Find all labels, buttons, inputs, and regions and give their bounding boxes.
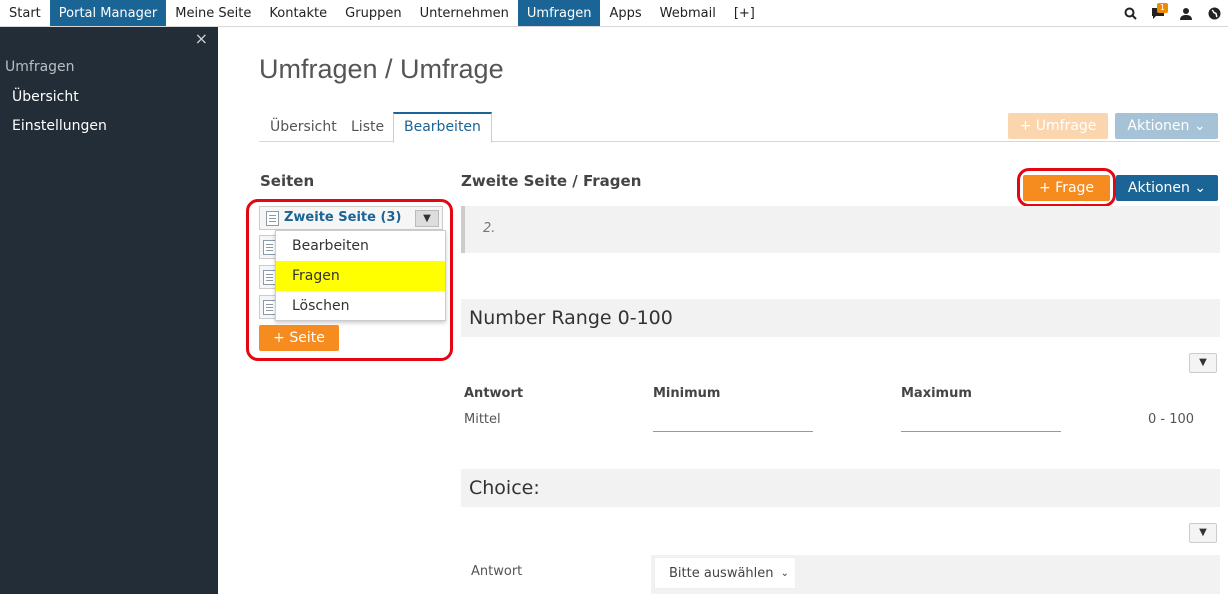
sidebar-title: Umfragen <box>5 59 75 75</box>
plus-icon: + <box>1019 118 1036 134</box>
page-note-box: 2. <box>461 206 1220 253</box>
menu-item-fragen[interactable]: Fragen <box>276 261 445 291</box>
choice-select[interactable]: Bitte auswählen ⌄ <box>654 557 796 589</box>
sidebar: × Umfragen Übersicht Einstellungen <box>0 27 218 594</box>
aktionen-button[interactable]: Aktionen ⌄ <box>1116 175 1218 201</box>
aktionen-top-button[interactable]: Aktionen ⌄ <box>1115 113 1218 139</box>
plus-icon: + <box>1038 180 1056 196</box>
chevron-down-icon[interactable]: ▼ <box>1189 353 1217 373</box>
add-seite-button[interactable]: + Seite <box>259 325 339 351</box>
question-title: Choice: <box>469 477 540 499</box>
row-label: Mittel <box>464 412 501 427</box>
question-header-choice: Choice: <box>461 469 1220 507</box>
add-frage-button[interactable]: + Frage <box>1023 175 1110 201</box>
page-title: Umfragen / Umfrage <box>259 54 504 84</box>
chevron-down-icon: ⌄ <box>1194 180 1207 196</box>
chevron-down-icon: ⌄ <box>1193 118 1206 134</box>
question-title: Number Range 0-100 <box>469 307 673 329</box>
nav-meine-seite[interactable]: Meine Seite <box>166 0 260 26</box>
chevron-down-icon[interactable]: ▼ <box>415 210 439 227</box>
sidebar-item-einstellungen[interactable]: Einstellungen <box>12 118 107 134</box>
col-minimum: Minimum <box>653 386 721 401</box>
close-icon[interactable]: × <box>195 29 208 48</box>
page-note: 2. <box>483 221 496 236</box>
menu-item-bearbeiten[interactable]: Bearbeiten <box>276 231 445 261</box>
col-antwort: Antwort <box>464 386 524 401</box>
col-maximum: Maximum <box>901 386 972 401</box>
minimum-input[interactable] <box>653 412 813 432</box>
nav-start[interactable]: Start <box>0 0 50 26</box>
tab-bearbeiten[interactable]: Bearbeiten <box>393 112 492 143</box>
user-icon[interactable] <box>1172 0 1200 27</box>
document-icon <box>266 211 279 226</box>
choice-answer-label: Antwort <box>471 564 523 579</box>
nav-umfragen[interactable]: Umfragen <box>517 0 601 26</box>
globe-icon[interactable] <box>1200 0 1228 27</box>
current-page-name[interactable]: Zweite Seite (3) <box>284 210 401 225</box>
nav-webmail[interactable]: Webmail <box>651 0 725 26</box>
nav-kontakte[interactable]: Kontakte <box>260 0 336 26</box>
top-nav: Start Portal Manager Meine Seite Kontakt… <box>0 0 1228 27</box>
chevron-down-icon[interactable]: ▼ <box>1189 523 1217 543</box>
sidebar-item-uebersicht[interactable]: Übersicht <box>12 89 79 105</box>
menu-item-loeschen[interactable]: Löschen <box>276 291 445 321</box>
nav-portal-manager[interactable]: Portal Manager <box>49 0 167 26</box>
pages-heading: Seiten <box>260 172 315 190</box>
tab-uebersicht[interactable]: Übersicht <box>260 112 347 142</box>
nav-unternehmen[interactable]: Unternehmen <box>411 0 518 26</box>
tab-liste[interactable]: Liste <box>341 112 394 142</box>
add-umfrage-button[interactable]: + Umfrage <box>1008 113 1108 139</box>
range-label: 0 - 100 <box>1148 412 1195 427</box>
chat-icon[interactable]: 1 <box>1144 0 1172 27</box>
page-row-current[interactable]: Zweite Seite (3) ▼ <box>259 206 443 230</box>
nav-icons: 1 <box>1116 0 1228 27</box>
notification-badge: 1 <box>1156 3 1168 13</box>
nav-add[interactable]: [+] <box>725 0 764 26</box>
chevron-down-icon: ⌄ <box>780 568 789 579</box>
page-context-menu: Bearbeiten Fragen Löschen <box>275 230 446 321</box>
maximum-input[interactable] <box>901 412 1061 432</box>
search-icon[interactable] <box>1116 0 1144 27</box>
questions-heading: Zweite Seite / Fragen <box>461 172 642 190</box>
question-header-number-range: Number Range 0-100 <box>461 299 1220 337</box>
nav-apps[interactable]: Apps <box>600 0 650 26</box>
nav-gruppen[interactable]: Gruppen <box>336 0 410 26</box>
plus-icon: + <box>273 330 290 346</box>
